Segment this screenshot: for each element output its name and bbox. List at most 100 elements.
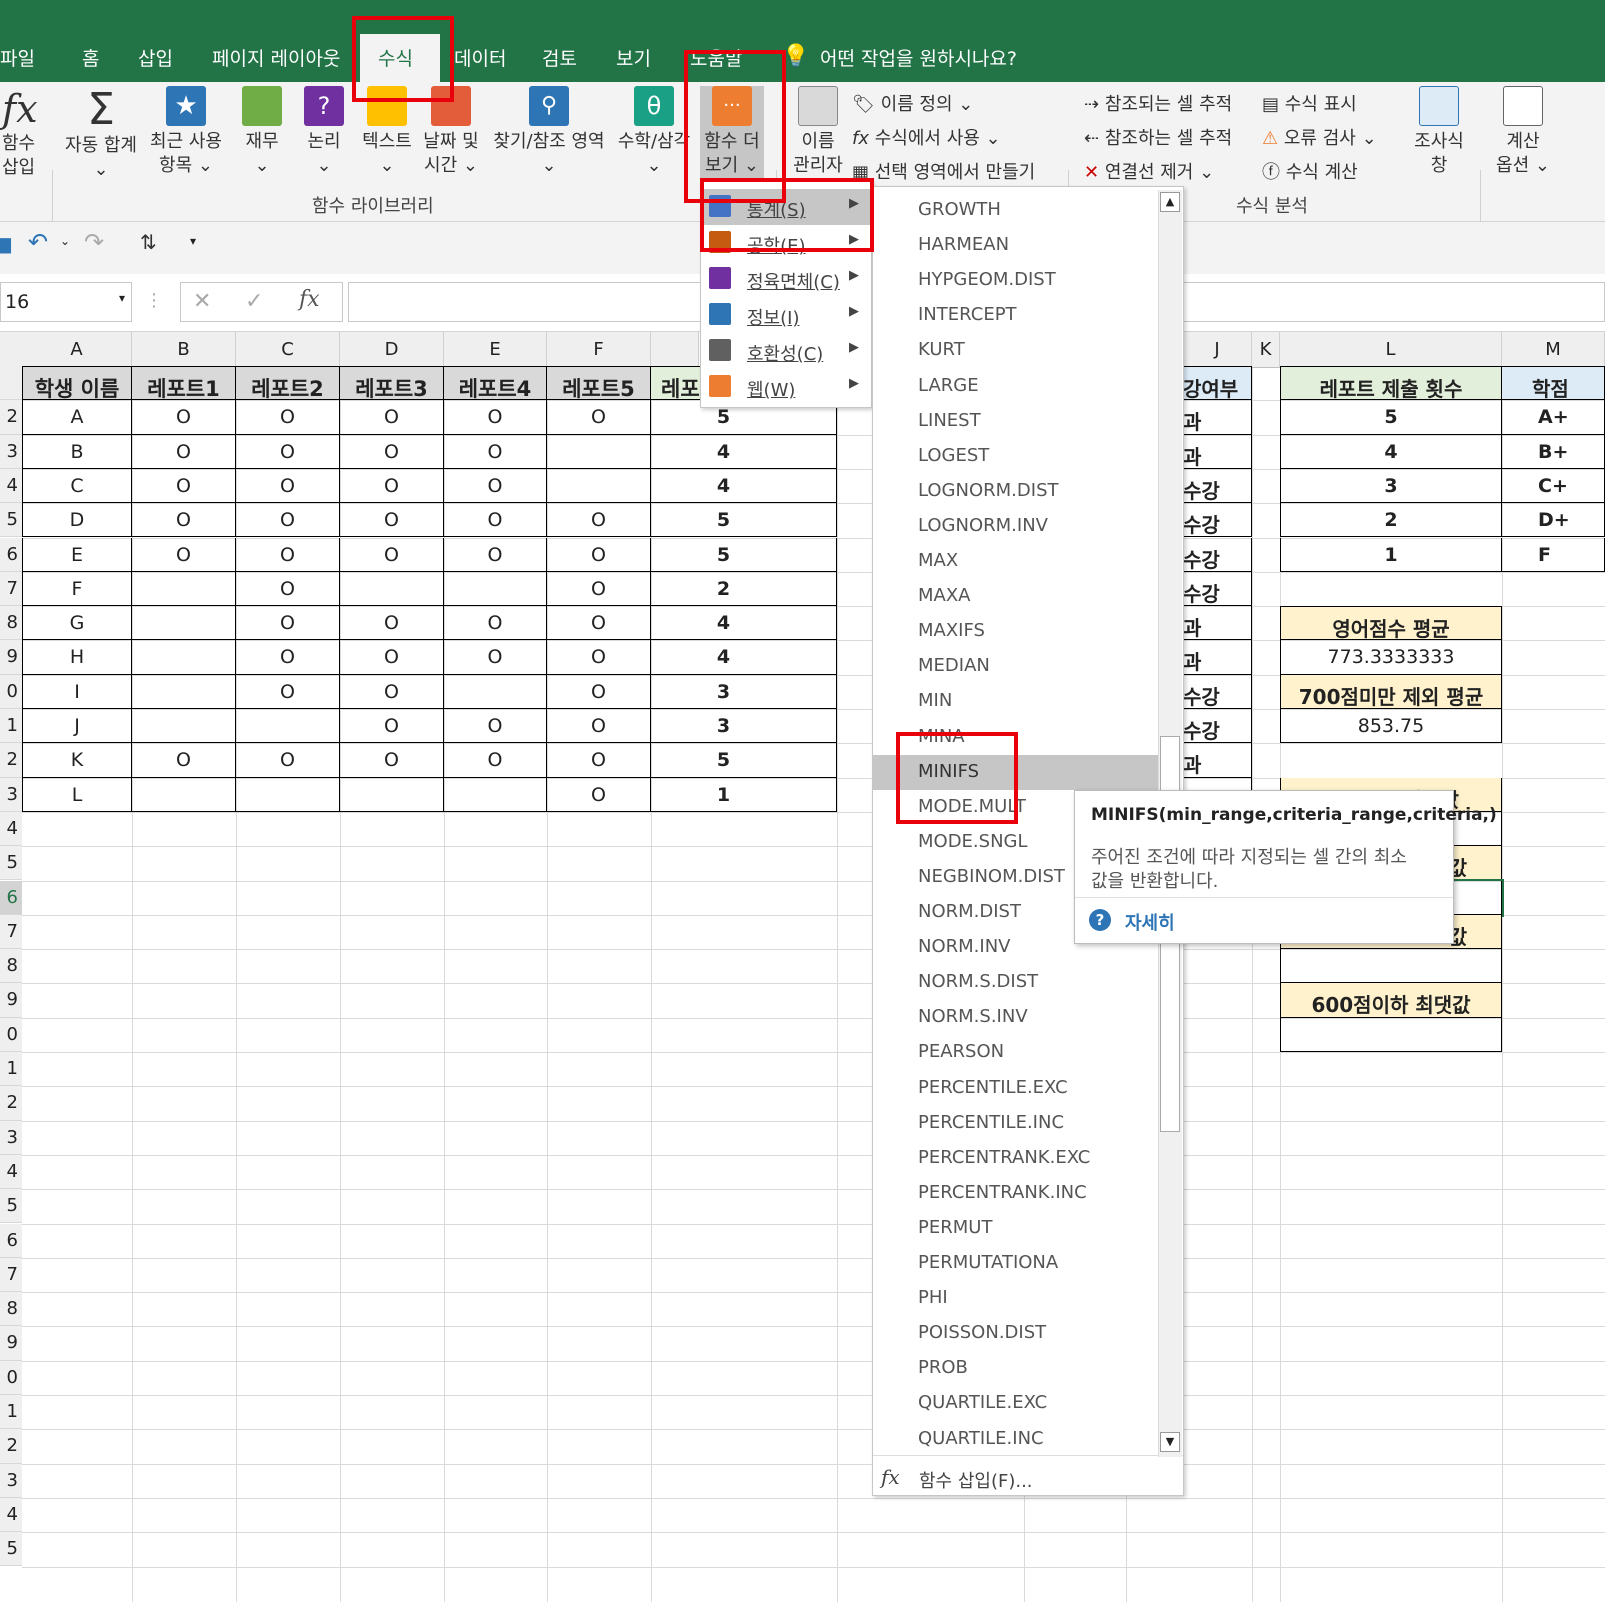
table-cell[interactable]: 4 xyxy=(651,606,837,641)
function-list-item[interactable]: PERMUTATIONA xyxy=(873,1246,1158,1281)
row-header[interactable]: 2 xyxy=(0,743,22,778)
table-cell[interactable]: L xyxy=(22,777,132,812)
table-cell[interactable]: E xyxy=(22,537,132,572)
status-cell[interactable]: 수강 xyxy=(1183,709,1252,744)
grade-cell[interactable]: F xyxy=(1502,537,1605,572)
table-cell[interactable]: O xyxy=(444,400,547,435)
evaluate-formula-button[interactable]: ⓕ 수식 계산 xyxy=(1262,158,1358,184)
row-header[interactable]: 3 xyxy=(0,1463,22,1498)
column-header[interactable]: B xyxy=(132,332,236,368)
table-cell[interactable]: O xyxy=(236,468,340,504)
table-cell[interactable]: O xyxy=(340,468,444,504)
table-cell[interactable]: O xyxy=(444,468,547,504)
table-cell[interactable] xyxy=(132,606,236,641)
error-checking-button[interactable]: ⚠ 오류 검사 ⌄ xyxy=(1262,124,1377,150)
table-cell[interactable]: O xyxy=(444,709,547,744)
status-cell[interactable]: 강여부 xyxy=(1183,366,1252,401)
table-cell[interactable]: O xyxy=(340,503,444,538)
table-cell[interactable] xyxy=(340,777,444,812)
table-cell[interactable]: O xyxy=(340,709,444,744)
financial-button[interactable]: 재무 ⌄ xyxy=(240,86,284,178)
row-header[interactable]: 4 xyxy=(0,468,22,504)
function-list-item[interactable]: QUARTILE.EXC xyxy=(873,1386,1158,1421)
english-avg-value[interactable]: 773.3333333 xyxy=(1280,640,1502,675)
function-list-item[interactable]: PROB xyxy=(873,1351,1158,1386)
table-cell[interactable] xyxy=(236,709,340,744)
table-cell[interactable] xyxy=(444,674,547,709)
tab-insert[interactable]: 삽입 xyxy=(138,44,173,71)
table-cell[interactable]: O xyxy=(132,434,236,469)
function-list-item[interactable]: HYPGEOM.DIST xyxy=(873,263,1158,298)
table-cell[interactable]: A xyxy=(22,400,132,435)
table-cell[interactable]: O xyxy=(340,537,444,572)
row-header[interactable]: 4 xyxy=(0,1497,22,1533)
avg-excl-value[interactable]: 853.75 xyxy=(1280,709,1502,744)
table-cell[interactable]: O xyxy=(132,468,236,504)
tell-me-more-link[interactable]: 자세히 xyxy=(1125,909,1175,935)
table-cell[interactable]: O xyxy=(547,743,651,778)
row-header[interactable]: 9 xyxy=(0,640,22,675)
table-cell[interactable] xyxy=(444,777,547,812)
submission-count-cell[interactable]: 2 xyxy=(1280,503,1502,538)
function-list-item[interactable]: PEARSON xyxy=(873,1035,1158,1070)
function-list-item[interactable]: PERMUT xyxy=(873,1211,1158,1246)
function-list-item[interactable]: MEDIAN xyxy=(873,649,1158,684)
table-cell[interactable]: O xyxy=(340,606,444,641)
menu-item-category[interactable]: 웹(W) ▶ xyxy=(701,369,871,405)
table-cell[interactable]: I xyxy=(22,674,132,709)
function-list-item[interactable]: GROWTH xyxy=(873,193,1158,228)
grade-cell[interactable]: C+ xyxy=(1502,468,1605,504)
table-cell[interactable]: O xyxy=(236,640,340,675)
row-header[interactable]: 2 xyxy=(0,1086,22,1121)
chevron-down-icon[interactable]: ▾ xyxy=(119,291,125,305)
table-cell[interactable] xyxy=(444,571,547,607)
scroll-up-icon[interactable]: ▲ xyxy=(1160,192,1180,212)
table-cell[interactable]: O xyxy=(444,743,547,778)
math-button[interactable]: θ 수학/삼각 ⌄ xyxy=(614,86,694,178)
function-list-item[interactable]: LOGNORM.INV xyxy=(873,509,1158,544)
function-list-item[interactable]: NORM.S.DIST xyxy=(873,965,1158,1000)
trace-dependents-button[interactable]: ⇠ 참조하는 셀 추적 xyxy=(1084,124,1232,150)
table-cell[interactable]: O xyxy=(547,606,651,641)
max600-label[interactable]: 600점이하 최댓값 xyxy=(1280,983,1502,1018)
table-cell[interactable]: O xyxy=(444,503,547,538)
column-header[interactable]: C xyxy=(236,332,340,368)
status-cell[interactable]: 과 xyxy=(1183,743,1252,778)
max600-value[interactable] xyxy=(1280,1017,1502,1052)
side-header-grade[interactable]: 학점 xyxy=(1502,366,1605,400)
cancel-icon[interactable]: ✕ xyxy=(193,289,211,314)
table-cell[interactable]: O xyxy=(236,537,340,572)
status-cell[interactable]: 수강 xyxy=(1183,571,1252,607)
function-list-item[interactable]: LOGEST xyxy=(873,439,1158,474)
table-header-cell[interactable]: 레포트1 xyxy=(132,366,236,401)
table-cell[interactable]: H xyxy=(22,640,132,675)
table-header-cell[interactable]: 레포트4 xyxy=(444,366,547,401)
table-cell[interactable]: 5 xyxy=(651,503,837,538)
row-header[interactable]: 3 xyxy=(0,777,22,812)
row-header[interactable]: 8 xyxy=(0,1292,22,1327)
column-header[interactable]: A xyxy=(22,332,132,368)
function-list-item[interactable]: PERCENTILE.INC xyxy=(873,1106,1158,1141)
row-header[interactable]: 5 xyxy=(0,1189,22,1224)
side-header[interactable]: 레포트 제출 횟수 xyxy=(1280,366,1502,400)
table-cell[interactable] xyxy=(547,434,651,469)
tab-view[interactable]: 보기 xyxy=(616,44,651,71)
function-list-item[interactable]: LARGE xyxy=(873,369,1158,404)
function-list-item[interactable]: MAXA xyxy=(873,579,1158,614)
table-cell[interactable] xyxy=(132,709,236,744)
customize-qat-icon[interactable]: ▾ xyxy=(190,234,196,248)
recent-functions-button[interactable]: ★ 최근 사용 항목 ⌄ xyxy=(146,86,226,178)
create-from-selection-button[interactable]: ▦ 선택 영역에서 만들기 xyxy=(852,158,1035,184)
table-cell[interactable]: C xyxy=(22,468,132,504)
table-cell[interactable]: O xyxy=(132,537,236,572)
function-list-item[interactable]: MAX xyxy=(873,544,1158,579)
table-cell[interactable]: O xyxy=(547,709,651,744)
calc-options-button[interactable]: 계산 옵션 ⌄ xyxy=(1494,86,1552,178)
save-icon[interactable]: ■ xyxy=(0,232,13,256)
function-list-item[interactable]: LINEST xyxy=(873,404,1158,439)
logical-button[interactable]: ? 논리 ⌄ xyxy=(302,86,346,178)
table-cell[interactable]: O xyxy=(236,434,340,469)
table-cell[interactable]: 3 xyxy=(651,709,837,744)
row-header[interactable]: 0 xyxy=(0,1360,22,1395)
insert-function-menu-item[interactable]: 함수 삽입(F)... xyxy=(919,1467,1033,1493)
